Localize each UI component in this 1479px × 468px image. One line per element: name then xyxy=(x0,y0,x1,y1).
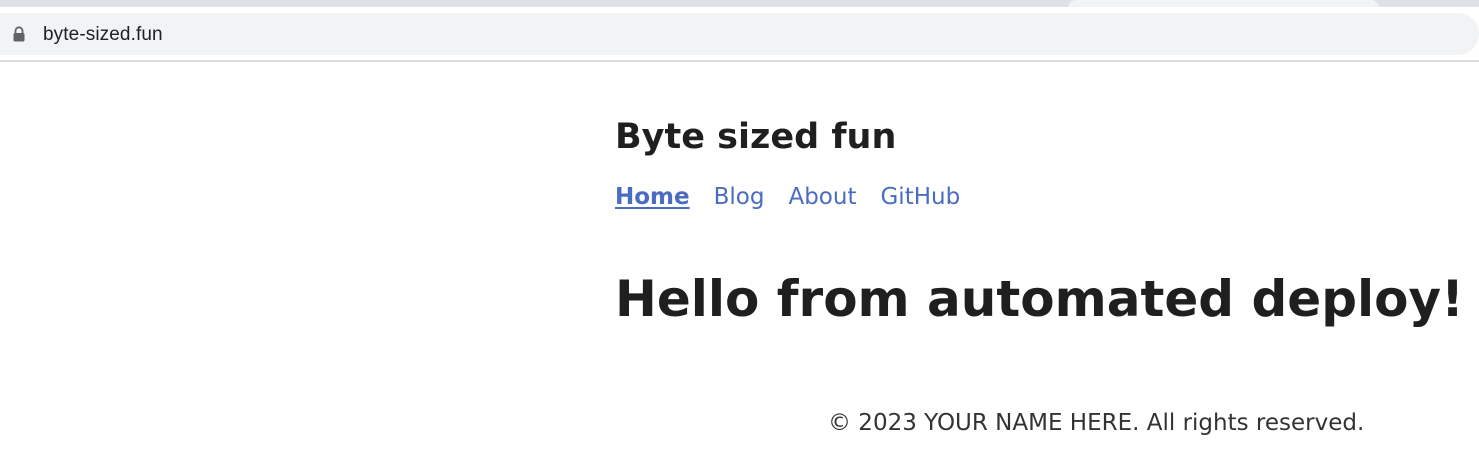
address-bar[interactable]: byte-sized.fun xyxy=(0,13,1479,55)
site-title[interactable]: Byte sized fun xyxy=(615,117,896,157)
page-content: Byte sized fun Home Blog About GitHub He… xyxy=(0,62,1479,468)
browser-toolbar: byte-sized.fun xyxy=(0,7,1479,62)
lock-icon[interactable] xyxy=(12,26,26,42)
nav-link-home[interactable]: Home xyxy=(615,184,690,210)
footer-copyright: © 2023 YOUR NAME HERE. All rights reserv… xyxy=(828,410,1365,436)
site-nav: Home Blog About GitHub xyxy=(615,184,984,210)
nav-link-about[interactable]: About xyxy=(788,184,856,210)
tab-strip-right xyxy=(1381,0,1479,7)
browser-chrome: byte-sized.fun xyxy=(0,0,1479,62)
nav-link-github[interactable]: GitHub xyxy=(880,184,960,210)
nav-link-blog[interactable]: Blog xyxy=(714,184,765,210)
url-text[interactable]: byte-sized.fun xyxy=(43,24,163,46)
tab-strip xyxy=(0,0,1066,7)
page-heading: Hello from automated deploy! xyxy=(615,270,1464,328)
